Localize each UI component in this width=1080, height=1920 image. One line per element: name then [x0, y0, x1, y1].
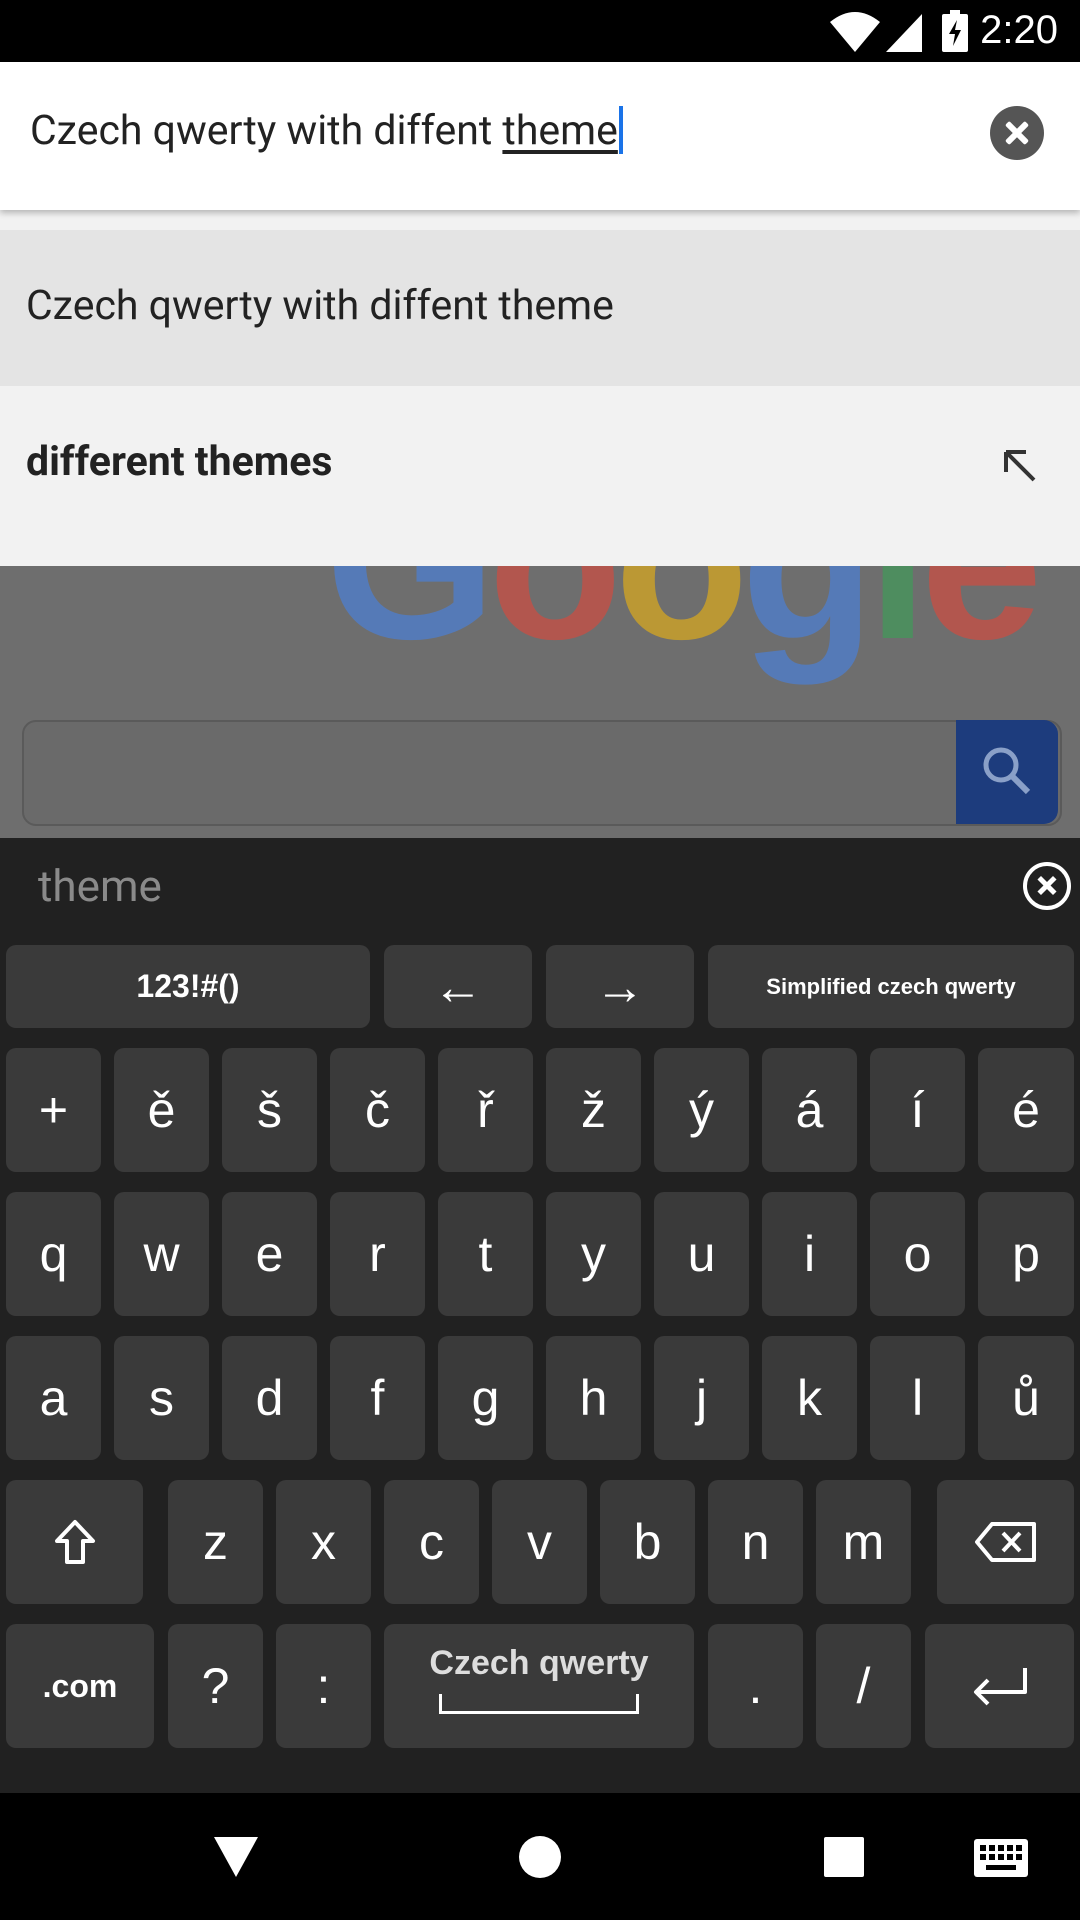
suggestion-text: different themes [26, 438, 333, 486]
key[interactable]: t [438, 1192, 533, 1316]
key[interactable]: l [870, 1336, 965, 1460]
key[interactable]: v [492, 1480, 587, 1604]
back-icon[interactable] [214, 1837, 258, 1877]
key[interactable]: c [384, 1480, 479, 1604]
suggestion-item[interactable]: different themes [0, 386, 1080, 566]
key[interactable]: w [114, 1192, 209, 1316]
close-suggestion-icon[interactable] [1023, 862, 1071, 910]
query-composing-word: theme [502, 107, 618, 155]
key[interactable]: h [546, 1336, 641, 1460]
page-search-button[interactable] [956, 720, 1058, 824]
key[interactable]: : [276, 1624, 371, 1748]
key[interactable]: r [330, 1192, 425, 1316]
search-icon [983, 747, 1031, 795]
clear-search-button[interactable] [990, 106, 1044, 160]
key[interactable]: n [708, 1480, 803, 1604]
cell-signal-icon [886, 14, 922, 52]
battery-charging-icon [942, 10, 968, 52]
key[interactable]: o [870, 1192, 965, 1316]
status-bar: 2:20 [0, 0, 1080, 62]
keyboard-icon[interactable] [974, 1839, 1028, 1877]
space-key-label: Czech qwerty [429, 1644, 649, 1682]
suggestion-list: Czech qwerty with diffent theme differen… [0, 210, 1080, 566]
key[interactable]: y [546, 1192, 641, 1316]
keyboard: theme 123!#() ← → Simplified czech qwert… [0, 838, 1080, 1793]
enter-icon [973, 1668, 1027, 1706]
key[interactable]: b [600, 1480, 695, 1604]
suggestion-preview[interactable]: theme [38, 860, 162, 912]
key[interactable]: e [222, 1192, 317, 1316]
space-bar-glyph [439, 1694, 639, 1714]
key[interactable]: d [222, 1336, 317, 1460]
key[interactable]: a [6, 1336, 101, 1460]
key[interactable]: / [816, 1624, 911, 1748]
key[interactable]: ? [168, 1624, 263, 1748]
key[interactable]: f [330, 1336, 425, 1460]
page-search-field[interactable] [22, 720, 1062, 826]
shift-key[interactable] [6, 1480, 143, 1604]
search-input[interactable]: Czech qwerty with diffent theme [30, 106, 623, 155]
recents-icon[interactable] [824, 1837, 864, 1877]
navigation-bar [0, 1793, 1080, 1920]
backspace-key[interactable] [937, 1480, 1074, 1604]
key[interactable]: q [6, 1192, 101, 1316]
suggestion-text: Czech qwerty with diffent theme [26, 282, 614, 330]
enter-key[interactable] [925, 1624, 1074, 1748]
google-logo: Google [325, 566, 1043, 689]
key[interactable]: z [168, 1480, 263, 1604]
text-cursor [618, 106, 623, 154]
cursor-right-key[interactable]: → [546, 945, 694, 1028]
space-key[interactable]: Czech qwerty [384, 1624, 694, 1748]
layout-switch-key[interactable]: Simplified czech qwerty [708, 945, 1074, 1028]
key[interactable]: . [708, 1624, 803, 1748]
key[interactable]: č [330, 1048, 425, 1172]
key[interactable]: i [762, 1192, 857, 1316]
key[interactable]: š [222, 1048, 317, 1172]
wifi-icon [830, 12, 880, 52]
shift-icon [54, 1520, 95, 1564]
key[interactable]: g [438, 1336, 533, 1460]
dotcom-key[interactable]: .com [6, 1624, 154, 1748]
key[interactable]: í [870, 1048, 965, 1172]
key[interactable]: k [762, 1336, 857, 1460]
key[interactable]: ž [546, 1048, 641, 1172]
key[interactable]: s [114, 1336, 209, 1460]
key[interactable]: é [978, 1048, 1074, 1172]
key[interactable]: ě [114, 1048, 209, 1172]
key[interactable]: j [654, 1336, 749, 1460]
query-prefix: Czech qwerty with diffent [30, 107, 503, 155]
key[interactable]: á [762, 1048, 857, 1172]
refine-arrow-icon[interactable] [1000, 446, 1038, 484]
page-background: Google [0, 566, 1080, 838]
key[interactable]: u [654, 1192, 749, 1316]
key[interactable]: + [6, 1048, 101, 1172]
key[interactable]: ů [978, 1336, 1074, 1460]
key[interactable]: m [816, 1480, 911, 1604]
home-icon[interactable] [518, 1835, 562, 1879]
cursor-left-key[interactable]: ← [384, 945, 532, 1028]
search-header: Czech qwerty with diffent theme [0, 62, 1080, 210]
key[interactable]: ř [438, 1048, 533, 1172]
key[interactable]: ý [654, 1048, 749, 1172]
key[interactable]: p [978, 1192, 1074, 1316]
backspace-icon [974, 1522, 1036, 1562]
suggestion-item[interactable]: Czech qwerty with diffent theme [0, 230, 1080, 386]
key[interactable]: x [276, 1480, 371, 1604]
status-time: 2:20 [980, 8, 1058, 52]
symbols-key[interactable]: 123!#() [6, 945, 370, 1028]
